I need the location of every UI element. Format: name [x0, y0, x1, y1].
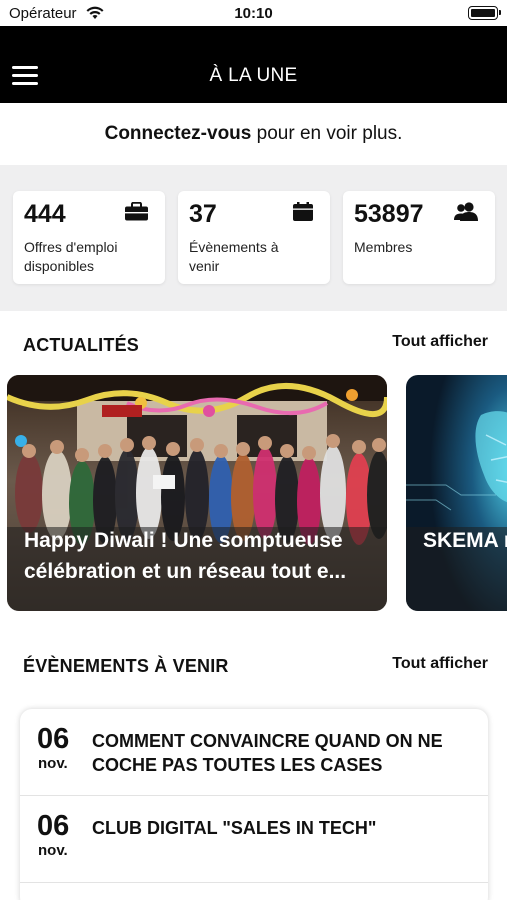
page-title: À LA UNE [209, 65, 298, 86]
login-prompt-text: pour en voir plus. [251, 123, 403, 144]
nav-bar: À LA UNE [0, 26, 507, 103]
event-day: 06 [37, 810, 70, 842]
briefcase-icon [125, 202, 148, 221]
news-card[interactable]: Happy Diwali ! Une somptueuse célébratio… [7, 375, 387, 611]
events-list: 06 nov. COMMENT CONVAINCRE QUAND ON NE C… [20, 709, 488, 900]
news-card[interactable]: SKEMA recherc [406, 375, 507, 611]
stat-label: Offres d'emploi disponibles [24, 239, 118, 274]
event-title: COMMENT CONVAINCRE QUAND ON NE COCHE PAS… [92, 731, 443, 775]
stat-label: Membres [354, 239, 413, 255]
event-item[interactable]: 06 nov. COMMENT CONVAINCRE QUAND ON NE C… [20, 709, 488, 796]
stat-card-members[interactable]: 53897 Membres [343, 191, 495, 284]
stat-value: 53897 [354, 200, 424, 228]
event-month: nov. [38, 842, 68, 859]
stats-section: 444 Offres d'emploi disponibles 37 Évène… [0, 165, 507, 311]
events-section-title: ÉVÈNEMENTS À VENIR [23, 656, 229, 676]
news-headline: SKEMA recherc [423, 529, 507, 552]
login-link[interactable]: Connectez-vous [105, 123, 252, 144]
news-see-all-link[interactable]: Tout afficher [392, 333, 488, 351]
stat-value: 444 [24, 200, 66, 228]
event-day: 06 [37, 723, 70, 755]
login-prompt: Connectez-vous pour en voir plus. [0, 103, 507, 165]
calendar-icon [293, 202, 313, 221]
stat-card-events[interactable]: 37 Évènements à venir [178, 191, 330, 284]
event-item[interactable]: 06 nov. CLUB DIGITAL "SALES IN TECH" [20, 796, 488, 883]
stat-value: 37 [189, 200, 217, 228]
event-title: CLUB DIGITAL "SALES IN TECH" [92, 818, 377, 838]
battery-icon [468, 6, 501, 20]
event-month: nov. [38, 755, 68, 772]
news-headline: Happy Diwali ! Une somptueuse célébratio… [24, 529, 347, 583]
stat-card-jobs[interactable]: 444 Offres d'emploi disponibles [13, 191, 165, 284]
stat-label: Évènements à venir [189, 239, 279, 274]
status-bar: Opérateur 10:10 [0, 0, 507, 26]
clock: 10:10 [234, 5, 273, 22]
events-see-all-link[interactable]: Tout afficher [392, 655, 488, 673]
news-section-title: ACTUALITÉS [23, 335, 139, 355]
members-icon [454, 202, 478, 221]
